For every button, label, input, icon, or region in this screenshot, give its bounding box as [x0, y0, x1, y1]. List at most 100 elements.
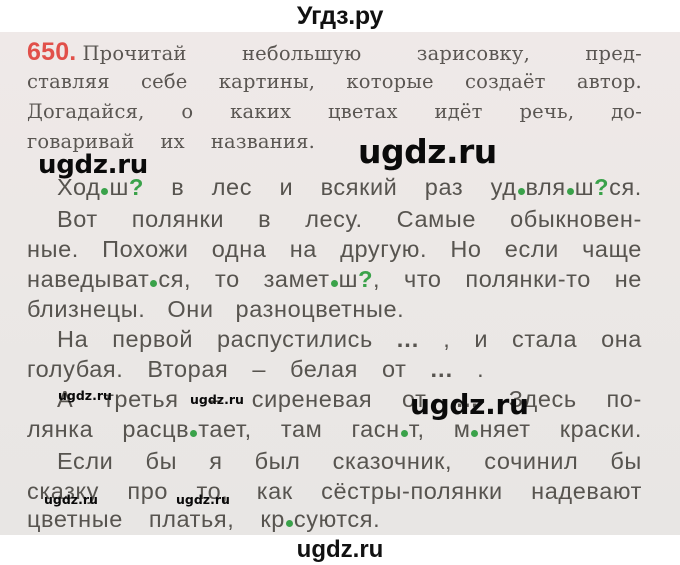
missing-letter-dot — [190, 430, 198, 437]
text-line-2: Вот полянки в лесу. Самые обыкновен- — [57, 206, 642, 233]
word: другую. — [340, 236, 428, 262]
watermark: ugdz.ru — [58, 388, 112, 403]
watermark: ugdz.ru — [44, 492, 98, 507]
word: в — [171, 174, 185, 200]
word: близнецы. — [27, 296, 146, 322]
word: я — [209, 448, 223, 474]
word: и — [279, 174, 294, 200]
word: платья, — [148, 506, 235, 532]
word: полянки-то — [465, 266, 591, 292]
word: голубая. — [27, 356, 124, 382]
word: автор. — [576, 70, 642, 93]
instruction-line-2: ставляя себе картины, которые создаёт ав… — [27, 70, 642, 93]
word: расцв — [122, 416, 190, 442]
word: от — [382, 356, 407, 382]
word: суются. — [293, 506, 381, 532]
word: надевают — [531, 478, 642, 504]
word: лес — [211, 174, 253, 200]
missing-letter-dot — [471, 430, 479, 437]
word: Они — [167, 296, 214, 322]
word: всякий — [320, 174, 398, 200]
word: не — [614, 266, 642, 292]
word: там — [280, 416, 323, 442]
missing-letter-dot — [150, 280, 158, 287]
missing-letter-dot — [285, 520, 293, 527]
missing-letter-dot — [566, 188, 574, 195]
word: сочинил — [484, 448, 579, 474]
punctuation: , — [443, 326, 451, 352]
word: вля — [525, 174, 566, 200]
word: то — [214, 266, 240, 292]
word: чаще — [582, 236, 642, 262]
word: Но — [450, 236, 482, 262]
word: о — [181, 100, 194, 123]
text-line-12: цветные платья, кр суются. — [27, 506, 642, 533]
word: раз — [424, 174, 464, 200]
word: ш — [338, 266, 359, 292]
word: третья — [103, 386, 179, 412]
word: цветах — [327, 100, 398, 123]
word: Если — [57, 448, 114, 474]
site-title: Угдз.ру — [296, 2, 384, 30]
word: обыкновен- — [510, 206, 642, 232]
word: названия. — [210, 130, 316, 153]
punctuation: , — [373, 266, 381, 292]
watermark: ugdz.ru — [190, 392, 244, 407]
text-line-7: голубая. Вторая – белая от ... . — [27, 356, 642, 383]
watermark: ugdz.ru — [38, 150, 148, 180]
word: На — [57, 326, 89, 352]
word: первой — [112, 326, 194, 352]
text-line-6: На первой распустились ... , и стала она — [57, 326, 642, 353]
word: распустились — [217, 326, 373, 352]
missing-letter-dot — [517, 188, 525, 195]
word: лесу. — [305, 206, 363, 232]
word: кр — [260, 506, 285, 532]
word: сиреневая — [251, 386, 373, 412]
word: ся. — [609, 174, 642, 200]
text-line-3: ные. Похожи одна на другую. Но если чаще — [27, 236, 642, 263]
word: Догадайся, — [27, 100, 145, 123]
exercise-number: 650. — [27, 38, 77, 66]
blank-ellipsis: ... — [430, 356, 454, 382]
word: на — [289, 236, 317, 262]
punctuation: . — [477, 356, 485, 382]
word: в — [258, 206, 272, 232]
word: идёт — [434, 100, 483, 123]
text-line-4: наведыват ся, то замет ш?, что полянки-то … — [27, 266, 642, 293]
word: про — [127, 478, 169, 504]
word: речь, — [519, 100, 575, 123]
word: Вот — [57, 206, 98, 232]
instruction-line-1: 650. Прочитай небольшую зарисовку, пред- — [27, 38, 642, 67]
word: как — [256, 478, 293, 504]
missing-letter-dot — [101, 188, 109, 195]
missing-letter-dot — [330, 280, 338, 287]
word: каких — [230, 100, 292, 123]
word: замет — [263, 266, 330, 292]
word: Самые — [396, 206, 477, 232]
blank-ellipsis: ... — [396, 326, 420, 352]
word: цветные — [27, 506, 123, 532]
word: зарисовку, — [416, 42, 530, 65]
word: Похожи — [102, 236, 189, 262]
word: и — [474, 326, 489, 352]
watermark: ugdz.ru — [410, 388, 529, 421]
missing-letter-dot — [400, 430, 408, 437]
missing-letter-question: ? — [594, 174, 610, 200]
word: полянки — [131, 206, 225, 232]
punctuation: – — [252, 356, 266, 382]
instruction-line-3: Догадайся, о каких цветах идёт речь, до- — [27, 100, 642, 123]
word: наведыват — [27, 266, 150, 292]
word: по- — [606, 386, 642, 412]
word: себе — [140, 70, 188, 93]
word: разноцветные. — [235, 296, 405, 322]
word: пред- — [585, 42, 642, 65]
word: сёстры-полянки — [321, 478, 503, 504]
word: небольшую — [241, 42, 362, 65]
word: бы — [610, 448, 642, 474]
text-line-10: Если бы я был сказочник, сочинил бы — [57, 448, 642, 475]
footer-watermark: ugdz.ru — [296, 536, 384, 563]
word: ш — [574, 174, 595, 200]
word: лянка — [27, 416, 94, 442]
text-line-9: лянка расцв тает, там гасн т, м няет краски… — [27, 416, 642, 443]
word: краски. — [559, 416, 642, 442]
